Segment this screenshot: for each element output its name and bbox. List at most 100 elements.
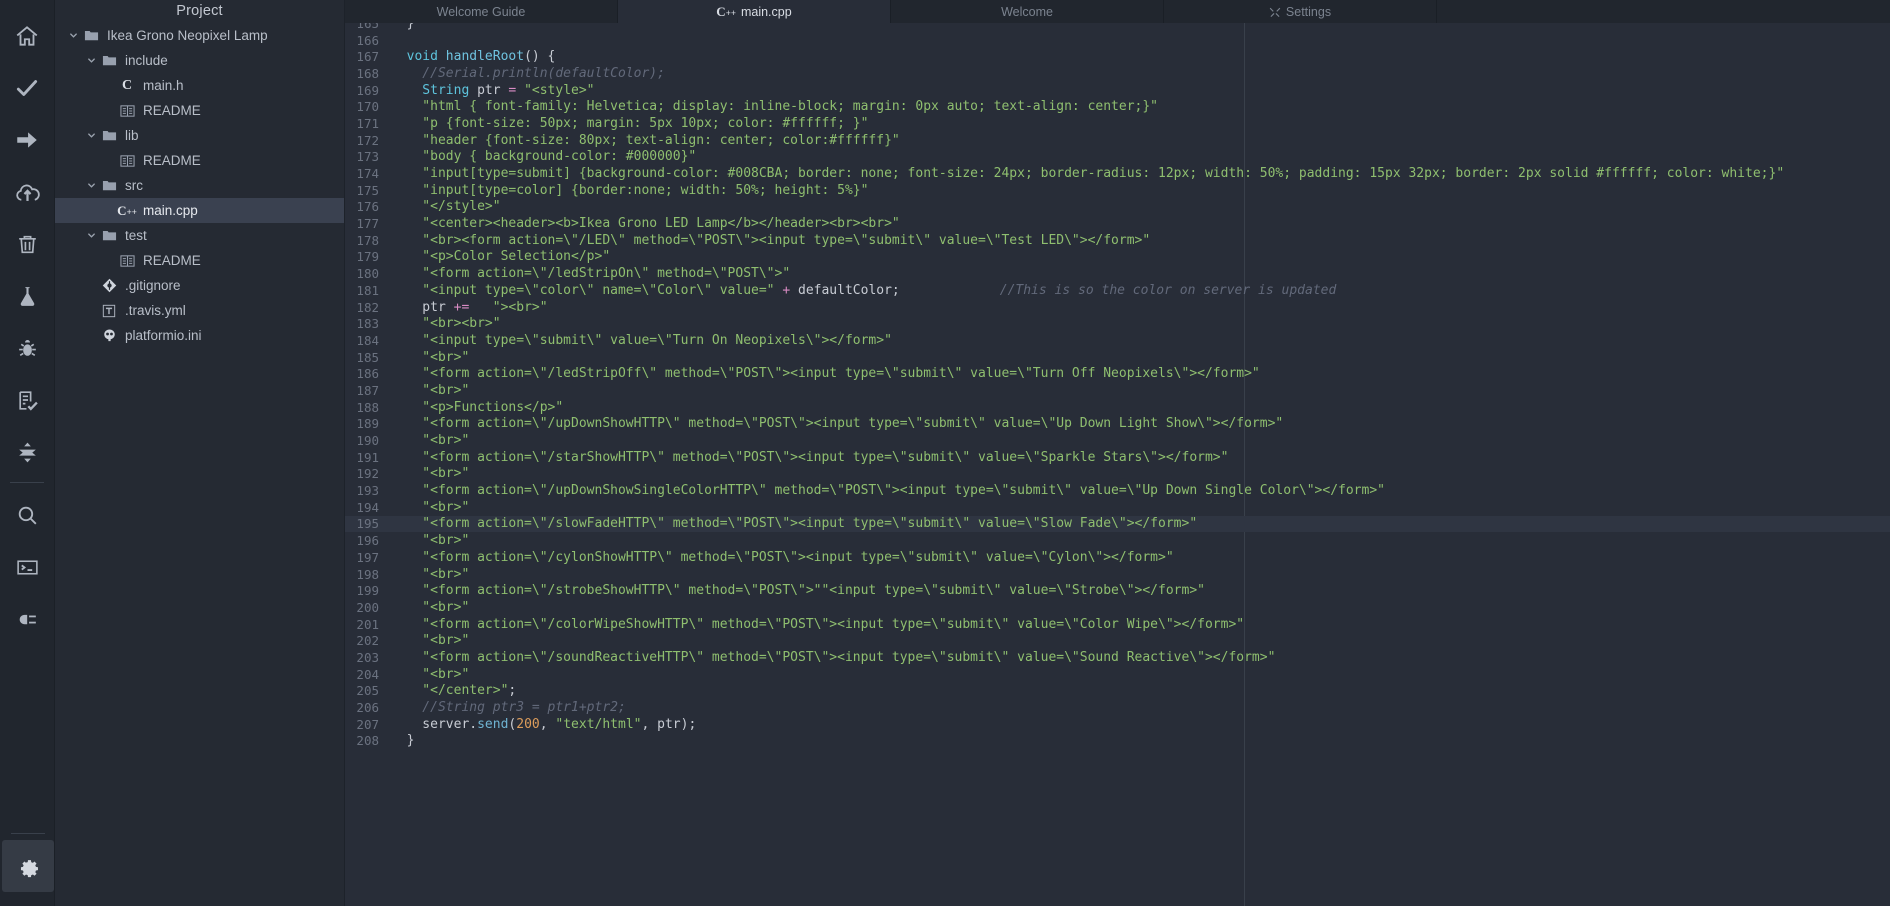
tree-item-test[interactable]: test (55, 223, 344, 248)
chevron-down-icon[interactable] (83, 128, 99, 144)
code-line[interactable]: 202 "<br>" (345, 632, 1890, 649)
editor-area: Welcome Guide C++ main.cpp Welcome Settings … (345, 0, 1890, 906)
code-text: "html { font-family: Helvetica; display:… (391, 99, 1159, 115)
code-line[interactable]: 185 "<br>" (345, 349, 1890, 366)
tab-welcome[interactable]: Welcome (891, 0, 1164, 23)
code-line[interactable]: 197 "<form action=\"/cylonShowHTTP\" met… (345, 549, 1890, 566)
flask-icon[interactable] (1, 270, 53, 322)
code-line[interactable]: 168 //Serial.println(defaultColor); (345, 65, 1890, 82)
code-line[interactable]: 200 "<br>" (345, 599, 1890, 616)
code-lines: 165 } 166 167 void handleRoot() {168 //Ser… (345, 23, 1890, 749)
line-number: 196 (356, 533, 379, 549)
code-line[interactable]: 205 "</center>"; (345, 683, 1890, 700)
code-line[interactable]: 207 server.send(200, "text/html", ptr); (345, 716, 1890, 733)
code-line[interactable]: 186 "<form action=\"/ledStripOff\" metho… (345, 365, 1890, 382)
code-line[interactable]: 174 "input[type=submit] {background-colo… (345, 165, 1890, 182)
plug-icon[interactable] (1, 593, 53, 645)
code-line[interactable]: 196 "<br>" (345, 532, 1890, 549)
tree-item-platformio-ini[interactable]: platformio.ini (55, 323, 344, 348)
code-line[interactable]: 175 "input[type=color] {border:none; wid… (345, 182, 1890, 199)
tree-item-lib[interactable]: lib (55, 123, 344, 148)
code-line[interactable]: 170 "html { font-family: Helvetica; disp… (345, 98, 1890, 115)
bug-icon[interactable] (1, 322, 53, 374)
tab-main-cpp[interactable]: C++ main.cpp (618, 0, 891, 23)
tree-item-travis-yml[interactable]: .travis.yml (55, 298, 344, 323)
line-number: 173 (356, 149, 379, 165)
collapse-icon[interactable] (1, 426, 53, 478)
code-line[interactable]: 173 "body { background-color: #000000}" (345, 149, 1890, 166)
code-line[interactable]: 179 "<p>Color Selection</p>" (345, 249, 1890, 266)
tab-settings[interactable]: Settings (1164, 0, 1437, 23)
tree-item-ikea-grono-neopixel-lamp[interactable]: Ikea Grono Neopixel Lamp (55, 23, 344, 48)
line-number: 180 (356, 266, 379, 282)
git-icon (99, 278, 119, 294)
code-line[interactable]: 192 "<br>" (345, 466, 1890, 483)
code-line[interactable]: 183 "<br><br>" (345, 315, 1890, 332)
code-text: "<form action=\"/colorWipeShowHTTP\" met… (391, 616, 1245, 632)
code-line[interactable]: 188 "<p>Functions</p>" (345, 399, 1890, 416)
code-line[interactable]: 167 void handleRoot() { (345, 48, 1890, 65)
code-line[interactable]: 178 "<br><form action=\"/LED\" method=\"… (345, 232, 1890, 249)
trash-icon[interactable] (1, 218, 53, 270)
line-number: 200 (356, 599, 379, 615)
code-line[interactable]: 176 "</style>" (345, 199, 1890, 216)
arrow-right-icon[interactable] (1, 114, 53, 166)
tree-item-main-cpp[interactable]: C++ main.cpp (55, 198, 344, 223)
cpp-icon: C++ (117, 203, 137, 218)
chevron-down-icon[interactable] (65, 28, 81, 44)
tree-item-include[interactable]: include (55, 48, 344, 73)
search-icon[interactable] (1, 489, 53, 541)
code-line[interactable]: 206 //String ptr3 = ptr1+ptr2; (345, 699, 1890, 716)
code-text: "<input type=\"color\" name=\"Color\" va… (391, 282, 1337, 298)
tree-item-src[interactable]: src (55, 173, 344, 198)
code-editor[interactable]: 165 } 166 167 void handleRoot() {168 //Ser… (345, 23, 1890, 906)
line-number: 181 (356, 282, 379, 298)
code-line[interactable]: 171 "p {font-size: 50px; margin: 5px 10p… (345, 115, 1890, 132)
home-icon[interactable] (1, 10, 53, 62)
code-line[interactable]: 182 ptr += "><br>" (345, 299, 1890, 316)
code-line[interactable]: 181 "<input type=\"color\" name=\"Color\… (345, 282, 1890, 299)
tree-item-readme[interactable]: README (55, 98, 344, 123)
code-line[interactable]: 191 "<form action=\"/starShowHTTP\" meth… (345, 449, 1890, 466)
code-line[interactable]: 203 "<form action=\"/soundReactiveHTTP\"… (345, 649, 1890, 666)
terminal-icon[interactable] (1, 541, 53, 593)
code-line[interactable]: 195 "<form action=\"/slowFadeHTTP\" meth… (345, 515, 1890, 533)
code-text: "<br>" (391, 349, 470, 365)
code-line[interactable]: 169 String ptr = "<style>" (345, 82, 1890, 99)
code-line[interactable]: 193 "<form action=\"/upDownShowSingleCol… (345, 482, 1890, 499)
tab-welcome-guide[interactable]: Welcome Guide (345, 0, 618, 23)
code-text: "<p>Functions</p>" (391, 399, 564, 415)
code-line[interactable]: 177 "<center><header><b>Ikea Grono LED L… (345, 215, 1890, 232)
code-line[interactable]: 208 } (345, 733, 1890, 750)
code-line[interactable]: 201 "<form action=\"/colorWipeShowHTTP\"… (345, 616, 1890, 633)
line-number: 175 (356, 182, 379, 198)
line-number: 195 (356, 516, 379, 532)
chevron-down-icon[interactable] (83, 228, 99, 244)
chevron-down-icon[interactable] (83, 178, 99, 194)
tree-item-readme[interactable]: README (55, 248, 344, 273)
code-text: "input[type=submit] {background-color: #… (391, 166, 1785, 182)
code-line[interactable]: 204 "<br>" (345, 666, 1890, 683)
code-line[interactable]: 194 "<br>" (345, 499, 1890, 516)
check-list-icon[interactable] (1, 374, 53, 426)
tree-item-main-h[interactable]: Cmain.h (55, 73, 344, 98)
code-line[interactable]: 166 (345, 32, 1890, 49)
tree-item-readme[interactable]: README (55, 148, 344, 173)
code-line[interactable]: 184 "<input type=\"submit\" value=\"Turn… (345, 332, 1890, 349)
code-line[interactable]: 180 "<form action=\"/ledStripOn\" method… (345, 265, 1890, 282)
code-line[interactable]: 189 "<form action=\"/upDownShowHTTP\" me… (345, 416, 1890, 433)
tab-label: Settings (1285, 4, 1332, 19)
line-number: 188 (356, 399, 379, 415)
cloud-upload-icon[interactable] (1, 166, 53, 218)
gear-icon[interactable] (1, 840, 54, 892)
code-line[interactable]: 190 "<br>" (345, 432, 1890, 449)
code-line[interactable]: 199 "<form action=\"/strobeShowHTTP\" me… (345, 582, 1890, 599)
code-line[interactable]: 165 } (345, 23, 1890, 32)
code-line[interactable]: 187 "<br>" (345, 382, 1890, 399)
chevron-down-icon[interactable] (83, 53, 99, 69)
code-line[interactable]: 172 "header {font-size: 80px; text-align… (345, 132, 1890, 149)
check-icon[interactable] (1, 62, 53, 114)
code-line[interactable]: 198 "<br>" (345, 566, 1890, 583)
tree-item-gitignore[interactable]: .gitignore (55, 273, 344, 298)
code-text: "<br>" (391, 633, 470, 649)
